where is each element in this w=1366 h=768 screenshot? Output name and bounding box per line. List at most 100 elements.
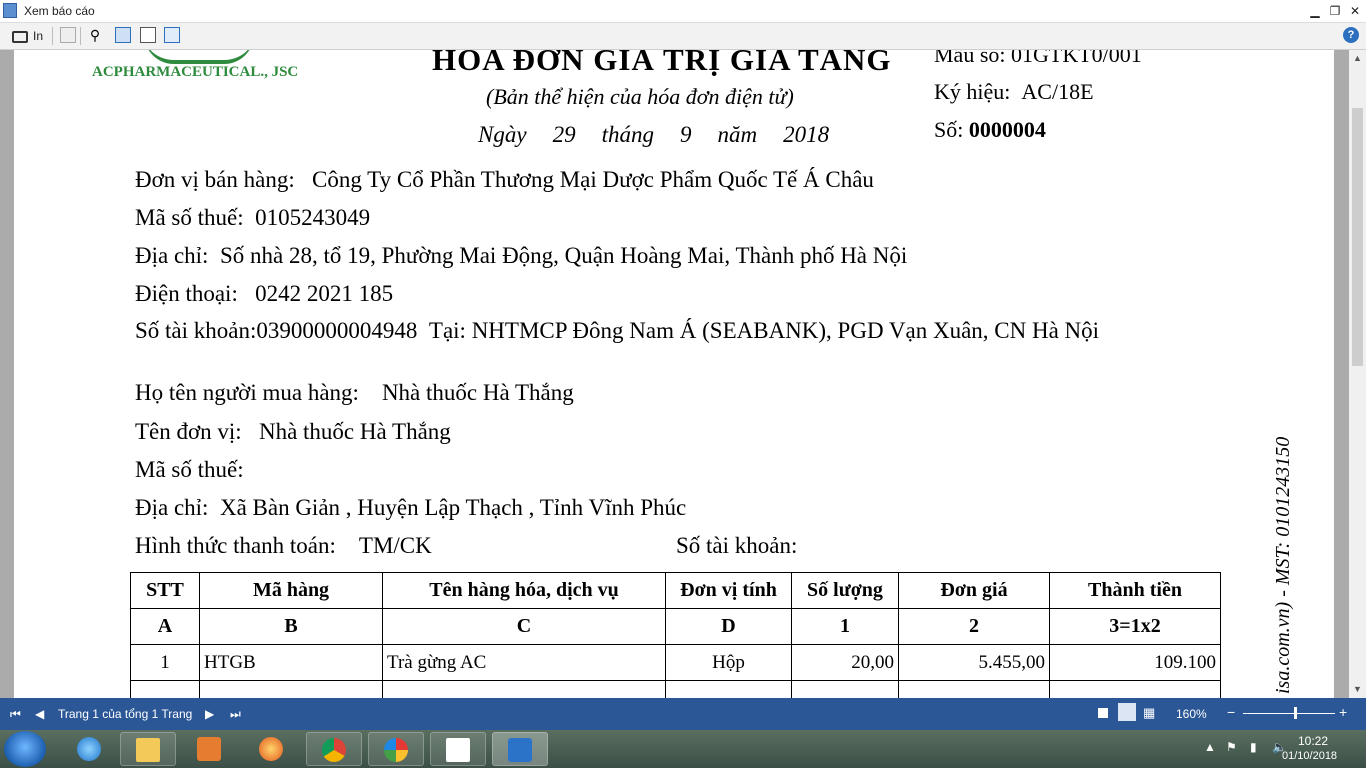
buyer-unit: Tên đơn vị: Nhà thuốc Hà Thắng: [135, 419, 451, 444]
seller-phone: Điện thoại: 0242 2021 185: [135, 281, 394, 306]
column-code: 1: [791, 608, 899, 645]
table-header: Đơn vị tính: [665, 572, 792, 609]
cell-quantity: 20,00: [791, 644, 899, 681]
taskbar-media[interactable]: [182, 732, 238, 766]
binoculars-icon[interactable]: ⚲: [87, 27, 103, 43]
firefox-icon: [259, 737, 283, 761]
seller-tax-code: Mã số thuế: 0105243049: [135, 205, 371, 230]
column-code: C: [382, 608, 666, 645]
table-row: 1 HTGB Trà gừng AC Hộp 20,00 5.455,00 10…: [130, 644, 1221, 681]
minimize-button[interactable]: ▁: [1306, 2, 1324, 20]
taskbar-firefox[interactable]: [244, 732, 300, 766]
fast-accounting-icon: [446, 738, 470, 762]
table-header-row: STT Mã hàng Tên hàng hóa, dịch vụ Đơn vị…: [130, 572, 1221, 609]
clipboard-icon[interactable]: [60, 27, 76, 43]
windows-taskbar: ▲ ⚑ ▮ 🔈 10:22 01/10/2018: [0, 730, 1366, 768]
side-vertical-text: isa.com.vn) - MST: 0101243150: [1272, 436, 1294, 694]
printer-icon[interactable]: [12, 31, 28, 43]
toolbar-separator: [80, 27, 81, 45]
invoice-number: Số: 0000004: [934, 117, 1046, 142]
flag-icon[interactable]: ⚑: [1226, 740, 1237, 754]
folder-icon: [136, 738, 160, 762]
network-icon[interactable]: ▮: [1250, 740, 1257, 754]
help-icon[interactable]: ?: [1343, 27, 1359, 43]
report-app-icon: [3, 3, 17, 18]
column-code: 3=1x2: [1049, 608, 1221, 645]
column-code: D: [665, 608, 792, 645]
last-page-icon[interactable]: ⏭: [230, 707, 241, 722]
report-viewport[interactable]: ACPHARMACEUTICAL., JSC HÓA ĐƠN GIÁ TRỊ G…: [0, 50, 1349, 698]
column-code: A: [130, 608, 200, 645]
scroll-down-arrow-icon[interactable]: ▼: [1349, 681, 1366, 698]
zoom-slider-thumb[interactable]: [1294, 707, 1297, 719]
single-page-view-icon[interactable]: [1098, 708, 1108, 718]
zoom-level: 160%: [1176, 707, 1207, 721]
items-table: STT Mã hàng Tên hàng hóa, dịch vụ Đơn vị…: [130, 572, 1221, 698]
zoom-in-icon[interactable]: +: [1339, 704, 1347, 720]
close-button[interactable]: ✕: [1346, 2, 1364, 20]
cell-amount: 109.100: [1049, 644, 1221, 681]
next-page-icon[interactable]: ▶: [205, 707, 214, 721]
invoice-symbol: Ký hiệu: AC/18E: [934, 79, 1094, 104]
cell-unit-price: 5.455,00: [898, 644, 1050, 681]
buyer-name: Họ tên người mua hàng: Nhà thuốc Hà Thắn…: [135, 380, 574, 405]
zoom-slider-track[interactable]: [1243, 713, 1335, 714]
scroll-up-arrow-icon[interactable]: ▲: [1349, 50, 1366, 67]
status-bar: ⏮ ◀ Trang 1 của tổng 1 Trang ▶ ⏭ ▦ 160% …: [0, 698, 1366, 730]
start-button[interactable]: [4, 731, 46, 767]
invoice-title: HÓA ĐƠN GIÁ TRỊ GIA TĂNG: [432, 50, 892, 77]
toolbar-separator: [52, 27, 53, 45]
invoice-date: Ngày 29 tháng 9 năm 2018: [478, 122, 830, 147]
previous-page-icon[interactable]: ◀: [35, 707, 44, 721]
continuous-view-icon[interactable]: [1118, 703, 1136, 721]
page-width-icon[interactable]: [115, 27, 131, 43]
chrome-icon: [322, 738, 346, 762]
table-header: Mã hàng: [199, 572, 383, 609]
form-number: Mẫu số: 01GTKT0/001: [934, 50, 1142, 67]
seller-address: Địa chỉ: Số nhà 28, tổ 19, Phường Mai Độ…: [135, 243, 908, 268]
table-code-row: A B C D 1 2 3=1x2: [130, 608, 1221, 645]
report-toolbar: In ⚲ ?: [0, 23, 1366, 50]
company-logo-text: ACPHARMACEUTICAL., JSC: [92, 64, 299, 80]
window-titlebar: Xem báo cáo ▁ ❐ ✕: [0, 0, 1366, 23]
table-header: Đơn giá: [898, 572, 1050, 609]
restore-button[interactable]: ❐: [1326, 2, 1344, 20]
print-button[interactable]: In: [33, 27, 43, 45]
colorful-app-icon: [384, 738, 408, 762]
internet-explorer-icon: [77, 737, 101, 761]
buyer-account: Số tài khoản:: [676, 533, 798, 558]
first-page-icon[interactable]: ⏮: [10, 707, 21, 722]
invoice-page: ACPHARMACEUTICAL., JSC HÓA ĐƠN GIÁ TRỊ G…: [14, 50, 1334, 698]
table-header: Số lượng: [791, 572, 899, 609]
report-viewer-icon: [508, 738, 532, 762]
taskbar-ie[interactable]: [62, 732, 118, 766]
taskbar-report-viewer[interactable]: [492, 732, 548, 766]
payment-method: Hình thức thanh toán: TM/CK: [135, 533, 432, 558]
page-info: Trang 1 của tổng 1 Trang: [58, 707, 193, 721]
taskbar-app[interactable]: [368, 732, 424, 766]
seller-name: Đơn vị bán hàng: Công Ty Cổ Phần Thương …: [135, 167, 874, 192]
whole-page-icon[interactable]: [140, 27, 156, 43]
window-title: Xem báo cáo: [24, 4, 95, 18]
invoice-subtitle: (Bản thể hiện của hóa đơn điện tử): [486, 84, 794, 109]
clock-time[interactable]: 10:22: [1298, 734, 1328, 748]
vertical-scrollbar[interactable]: ▲ ▼: [1349, 50, 1366, 698]
table-header: Tên hàng hóa, dịch vụ: [382, 572, 666, 609]
taskbar-explorer[interactable]: [120, 732, 176, 766]
table-header: Thành tiền: [1049, 572, 1221, 609]
table-row: [130, 680, 1221, 698]
column-code: 2: [898, 608, 1050, 645]
clock-date[interactable]: 01/10/2018: [1282, 750, 1337, 762]
media-player-icon: [197, 737, 221, 761]
multi-page-view-icon[interactable]: ▦: [1143, 705, 1155, 721]
cell-item-name: Trà gừng AC: [382, 644, 666, 681]
column-code: B: [199, 608, 383, 645]
cell-unit: Hộp: [665, 644, 792, 681]
taskbar-chrome[interactable]: [306, 732, 362, 766]
fit-page-icon[interactable]: [164, 27, 180, 43]
seller-account: Số tài khoản:03900000004948 Tại: NHTMCP …: [135, 318, 1100, 343]
show-hidden-icons-icon[interactable]: ▲: [1204, 740, 1216, 754]
scrollbar-thumb[interactable]: [1352, 108, 1363, 366]
zoom-out-icon[interactable]: −: [1227, 704, 1235, 720]
taskbar-fast[interactable]: [430, 732, 486, 766]
